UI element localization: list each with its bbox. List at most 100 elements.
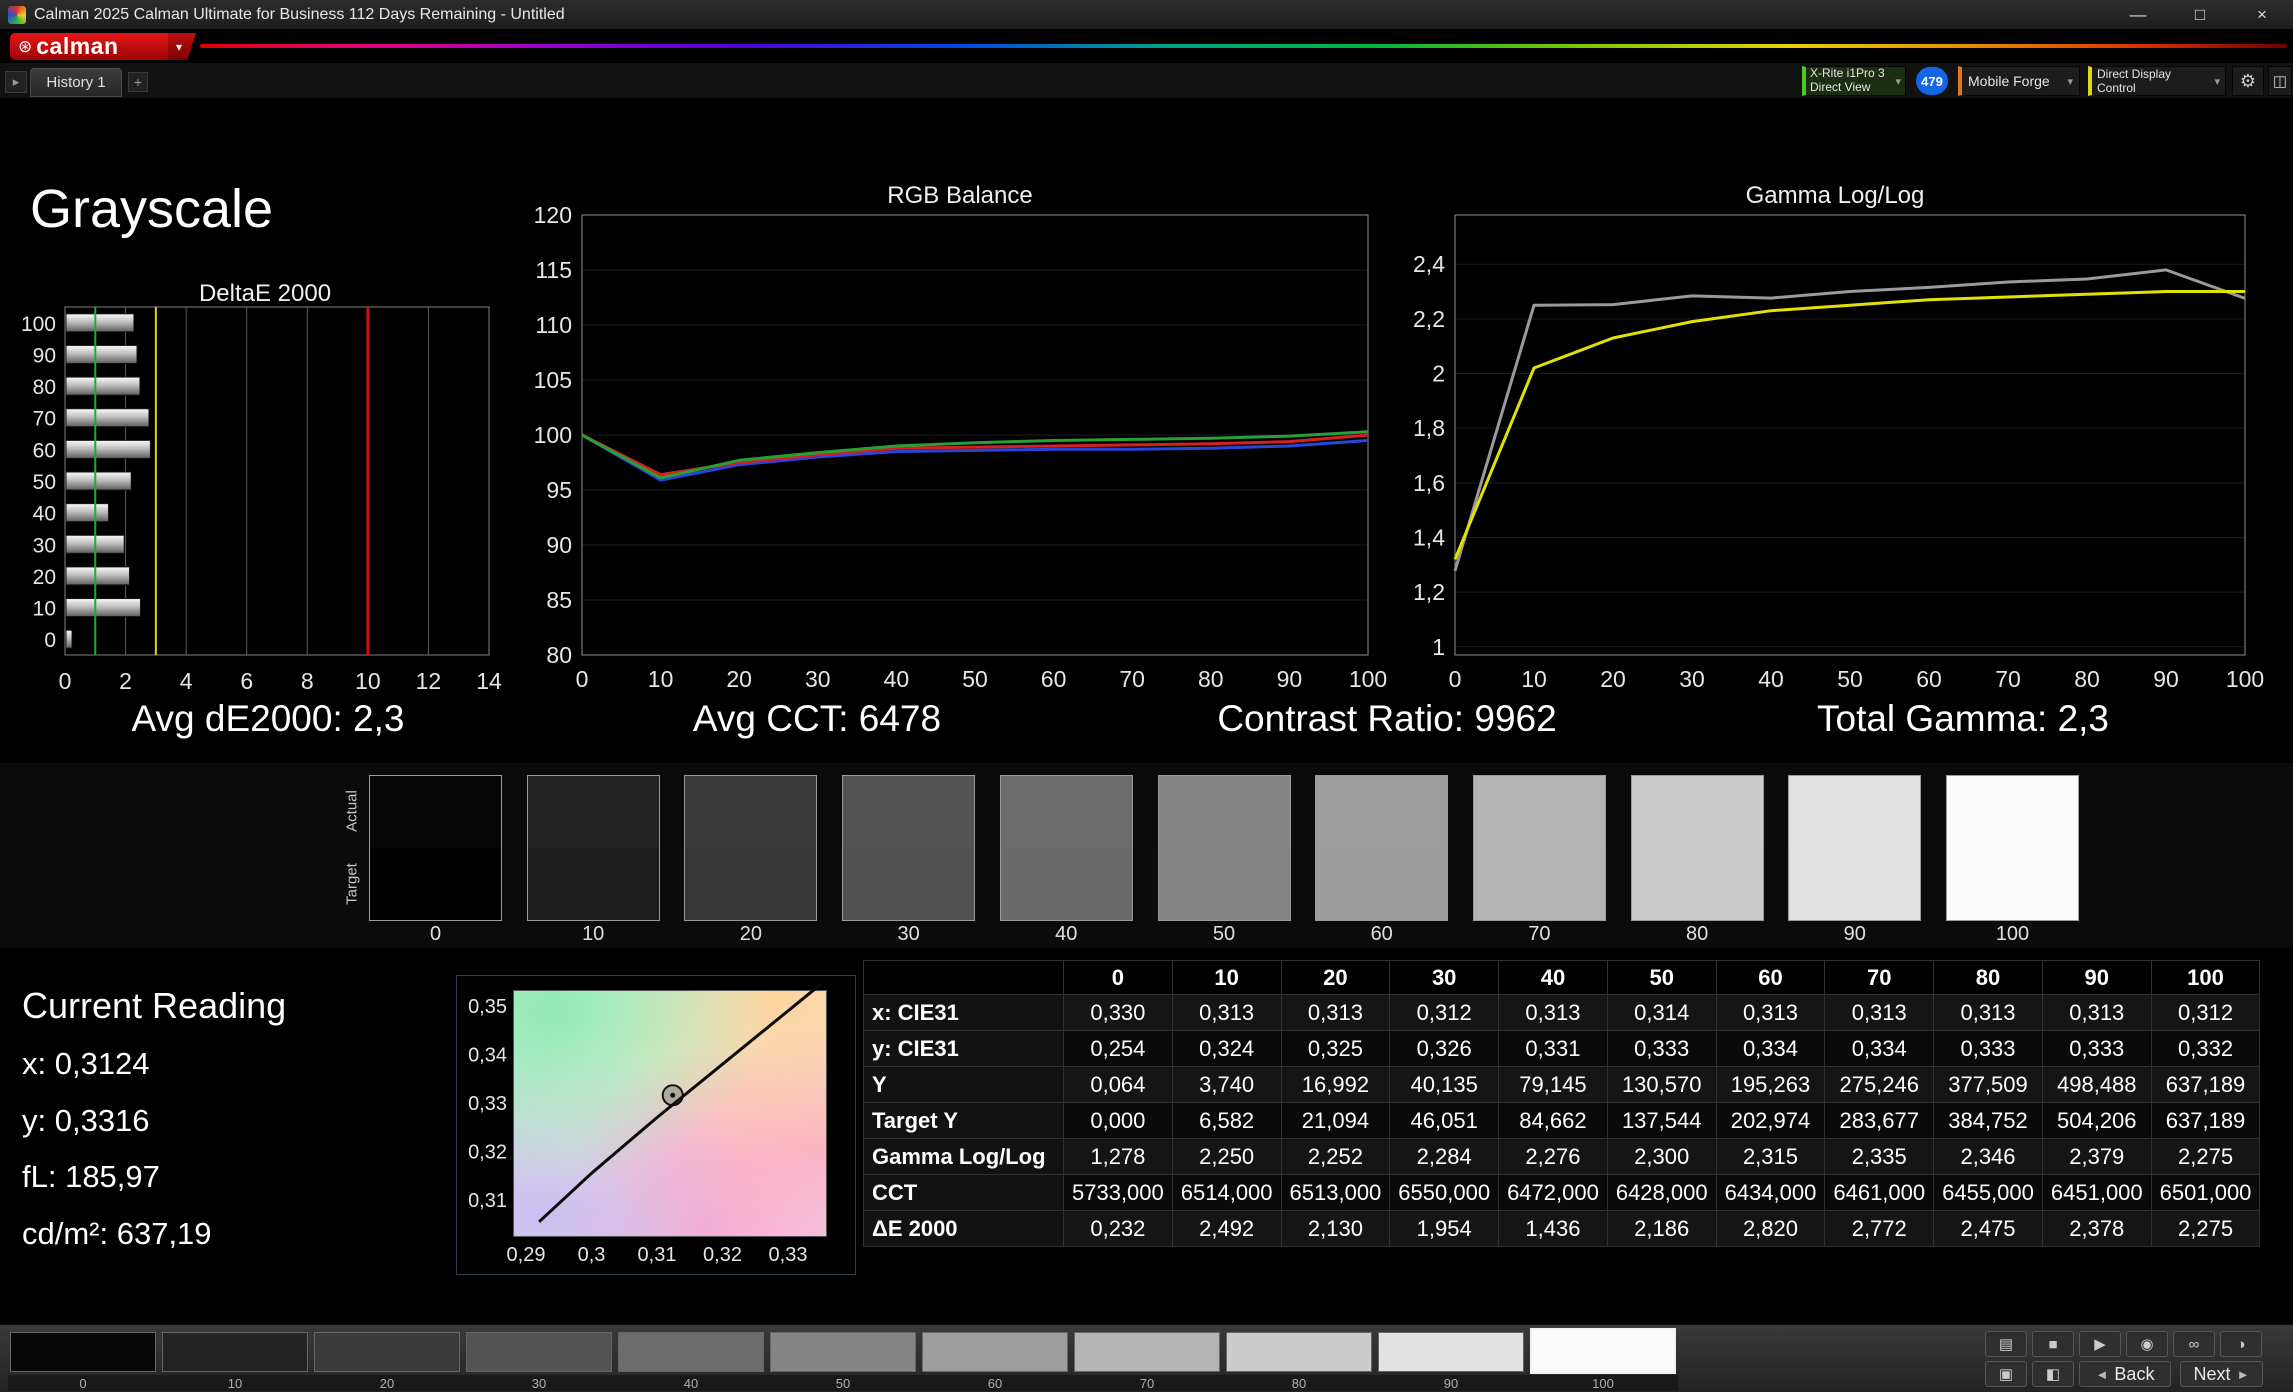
axis-tick-label: 115 bbox=[535, 257, 572, 283]
table-cell: 377,509 bbox=[1934, 1067, 2043, 1103]
footer-gray-patch-0[interactable] bbox=[10, 1332, 156, 1372]
axis-tick-label: 1 bbox=[1432, 634, 1445, 660]
record-button[interactable]: ◉ bbox=[2126, 1331, 2168, 1357]
footer-bar: 0102030405060708090100 ▤ ■ ▶ ◉ ∞ ◑ ▣ ◧ ◄… bbox=[0, 1324, 2293, 1392]
minimize-button[interactable]: — bbox=[2107, 0, 2169, 29]
table-cell: 3,740 bbox=[1172, 1067, 1281, 1103]
footer-gray-patch-20[interactable] bbox=[314, 1332, 460, 1372]
continuous-mode-button[interactable]: ∞ bbox=[2173, 1331, 2215, 1357]
stop-button[interactable]: ■ bbox=[2032, 1331, 2074, 1357]
footer-patch-label: 90 bbox=[1444, 1376, 1458, 1391]
axis-tick-label: 40 bbox=[1758, 666, 1784, 692]
target-size-button[interactable]: ▣ bbox=[1985, 1361, 2027, 1387]
maximize-button[interactable]: □ bbox=[2169, 0, 2231, 29]
current-reading-y: y: 0,3316 bbox=[22, 1103, 150, 1139]
axis-tick-label: 20 bbox=[33, 566, 56, 589]
footer-gray-patch-40[interactable] bbox=[618, 1332, 764, 1372]
side-panel-icon[interactable]: ◫ bbox=[2268, 66, 2292, 96]
axis-tick-label: 1,8 bbox=[1413, 415, 1445, 441]
footer-patch-label: 10 bbox=[228, 1376, 242, 1391]
axis-tick-label: 0 bbox=[1449, 666, 1462, 692]
table-cell: 6,582 bbox=[1172, 1103, 1281, 1139]
pattern-window-button[interactable]: ▤ bbox=[1985, 1331, 2027, 1357]
grayscale-swatch-0 bbox=[369, 775, 502, 921]
swatch-level-label: 30 bbox=[897, 923, 919, 946]
table-cell: 0,313 bbox=[1172, 995, 1281, 1031]
footer-gray-patch-10[interactable] bbox=[162, 1332, 308, 1372]
table-cell: 2,276 bbox=[1499, 1139, 1608, 1175]
calman-logo[interactable]: ⊛ calman bbox=[10, 33, 168, 60]
table-cell: 0,325 bbox=[1281, 1031, 1390, 1067]
deltae-bar bbox=[66, 472, 131, 490]
footer-gray-patch-100[interactable] bbox=[1530, 1328, 1676, 1374]
table-cell: 2,186 bbox=[1607, 1211, 1716, 1247]
table-cell: 0,313 bbox=[1716, 995, 1825, 1031]
footer-gray-patch-90[interactable] bbox=[1378, 1332, 1524, 1372]
grayscale-swatch-40 bbox=[1000, 775, 1133, 921]
close-button[interactable]: × bbox=[2231, 0, 2293, 29]
gear-icon[interactable]: ⚙ bbox=[2232, 66, 2264, 96]
back-button[interactable]: ◄ Back bbox=[2079, 1361, 2171, 1387]
table-cell: 0,331 bbox=[1499, 1031, 1608, 1067]
chevron-down-icon: ▾ bbox=[2214, 75, 2220, 88]
swatch-target bbox=[1947, 848, 2078, 920]
cie-chromaticity-panel: 0,290,30,310,320,330,350,340,330,320,31 bbox=[456, 975, 856, 1275]
add-tab-button[interactable]: + bbox=[128, 72, 148, 92]
table-cell: 0,232 bbox=[1064, 1211, 1173, 1247]
swatch-target bbox=[1789, 848, 1920, 920]
meter-select-dropdown[interactable]: X-Rite i1Pro 3 Direct View ▾ bbox=[1802, 66, 1906, 96]
axis-tick-label: 80 bbox=[1198, 666, 1224, 692]
axis-tick-label: 1,2 bbox=[1413, 579, 1445, 605]
logo-menu-arrow-icon[interactable]: ▾ bbox=[168, 33, 196, 60]
axis-tick-label: 0 bbox=[59, 668, 72, 694]
play-button[interactable]: ▶ bbox=[2079, 1331, 2121, 1357]
cie-chromaticity-chart: 0,290,30,310,320,330,350,340,330,320,31 bbox=[457, 976, 857, 1276]
table-cell: 1,278 bbox=[1064, 1139, 1173, 1175]
contrast-ratio-summary: Contrast Ratio: 9962 bbox=[1217, 698, 1556, 740]
app-icon bbox=[8, 6, 26, 24]
table-cell: 0,334 bbox=[1716, 1031, 1825, 1067]
table-col-header: 100 bbox=[2151, 961, 2260, 995]
display-control-dropdown[interactable]: Direct Display Control ▾ bbox=[2088, 66, 2226, 96]
axis-tick-label: 80 bbox=[33, 376, 56, 399]
meter-status-badge: 479 bbox=[1916, 67, 1948, 95]
axis-tick-label: 0,3 bbox=[578, 1244, 606, 1266]
table-cell: 0,333 bbox=[2042, 1031, 2151, 1067]
grayscale-swatch-60 bbox=[1315, 775, 1448, 921]
table-cell: 637,189 bbox=[2151, 1067, 2260, 1103]
table-cell: 498,488 bbox=[2042, 1067, 2151, 1103]
meter-select-labels: X-Rite i1Pro 3 Direct View bbox=[1810, 67, 1885, 95]
swatch-level-label: 10 bbox=[582, 923, 604, 946]
current-reading-fl: fL: 185,97 bbox=[22, 1159, 160, 1195]
tab-scroll-left-button[interactable]: ▸ bbox=[5, 71, 27, 93]
next-button[interactable]: Next ► bbox=[2180, 1361, 2263, 1387]
table-col-header: 40 bbox=[1499, 961, 1608, 995]
rainbow-divider bbox=[200, 44, 2287, 48]
footer-gray-patch-80[interactable] bbox=[1226, 1332, 1372, 1372]
axis-tick-label: 0,35 bbox=[468, 996, 507, 1018]
deltae-bar bbox=[66, 567, 130, 585]
rgb-balance-line-chart: 8085909510010511011512001020304050607080… bbox=[520, 190, 1400, 710]
footer-gray-patch-60[interactable] bbox=[922, 1332, 1068, 1372]
footer-gray-patch-30[interactable] bbox=[466, 1332, 612, 1372]
deltae-bar bbox=[66, 599, 140, 617]
axis-tick-label: 100 bbox=[534, 422, 572, 448]
split-screen-button[interactable]: ◧ bbox=[2032, 1361, 2074, 1387]
axis-tick-label: 6 bbox=[240, 668, 253, 694]
swatch-actual bbox=[1632, 776, 1763, 848]
axis-tick-label: 1,6 bbox=[1413, 470, 1445, 496]
grayscale-swatch-30 bbox=[842, 775, 975, 921]
tab-history-1[interactable]: History 1 bbox=[30, 68, 122, 97]
target-series-line bbox=[1455, 292, 2245, 560]
axis-tick-label: 50 bbox=[1837, 666, 1863, 692]
pattern-source-dropdown[interactable]: Mobile Forge ▾ bbox=[1958, 66, 2080, 96]
grayscale-swatch-100 bbox=[1946, 775, 2079, 921]
swatch-level-label: 40 bbox=[1055, 923, 1077, 946]
table-cell: 2,250 bbox=[1172, 1139, 1281, 1175]
footer-gray-patch-70[interactable] bbox=[1074, 1332, 1220, 1372]
swatch-actual bbox=[685, 776, 816, 848]
power-button[interactable]: ◑ bbox=[2220, 1331, 2262, 1357]
footer-gray-patch-50[interactable] bbox=[770, 1332, 916, 1372]
swatch-target bbox=[1474, 848, 1605, 920]
footer-patch-label: 70 bbox=[1140, 1376, 1154, 1391]
